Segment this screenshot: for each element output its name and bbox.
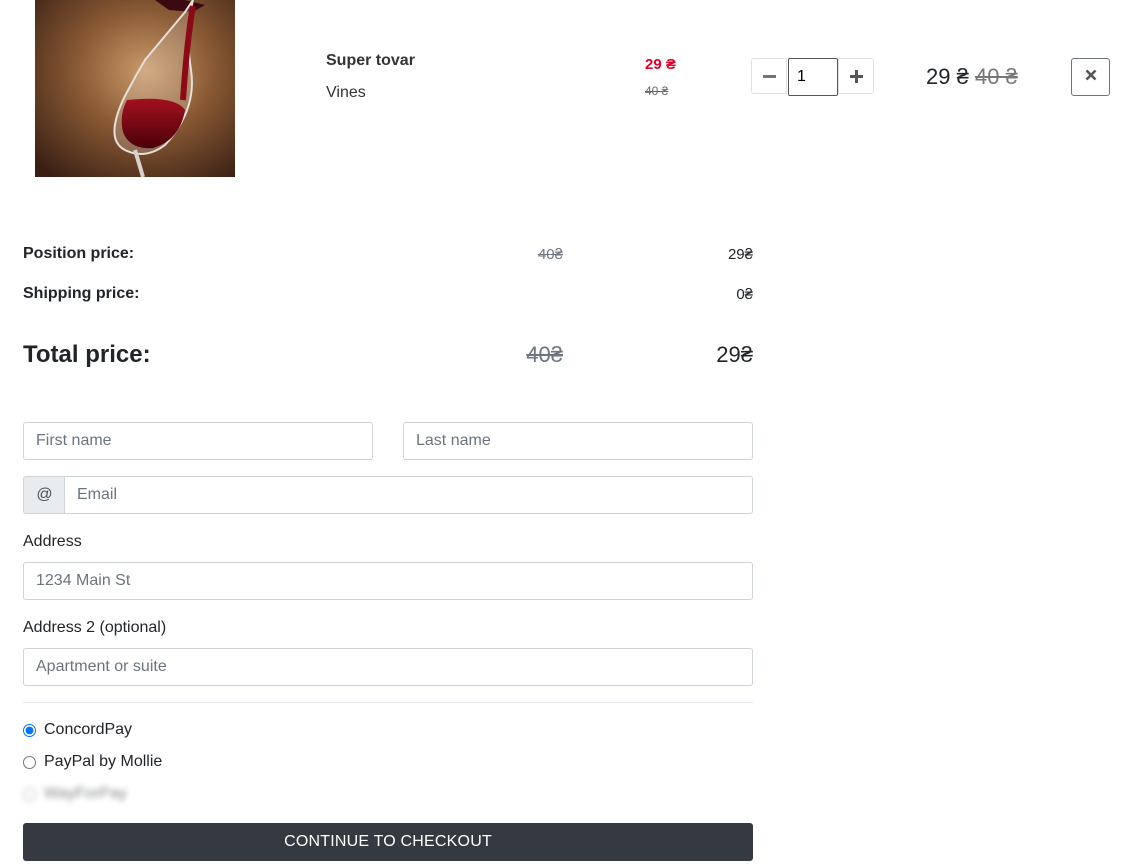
- last-name-field[interactable]: [403, 422, 753, 460]
- close-icon: [1085, 68, 1097, 86]
- minus-icon: [762, 63, 776, 89]
- total-price-old: 40₴: [526, 342, 563, 367]
- quantity-increase-button[interactable]: [838, 58, 874, 94]
- quantity-input[interactable]: [788, 58, 838, 96]
- shipping-price-value: 0₴: [736, 286, 753, 303]
- payment-radio-wayforpay[interactable]: [23, 787, 36, 801]
- product-name[interactable]: Super tovar: [326, 52, 415, 70]
- payment-radio-paypal[interactable]: [23, 755, 36, 769]
- address-field[interactable]: [23, 562, 753, 600]
- position-price-label: Position price:: [23, 245, 135, 262]
- address-label: Address: [23, 533, 82, 550]
- payment-option-label: PayPal by Mollie: [44, 753, 163, 770]
- divider: [23, 702, 753, 703]
- remove-item-button[interactable]: [1071, 58, 1110, 96]
- email-field[interactable]: [64, 476, 753, 514]
- unit-price: 29 ₴: [645, 56, 676, 73]
- continue-to-checkout-button[interactable]: CONTINUE TO CHECKOUT: [23, 823, 753, 861]
- payment-option-paypal[interactable]: PayPal by Mollie: [23, 753, 162, 771]
- line-total: 29 ₴ 40 ₴: [926, 64, 1018, 90]
- line-total-price: 29 ₴: [926, 64, 969, 89]
- shipping-price-label: Shipping price:: [23, 285, 140, 302]
- position-price-old: 40₴: [537, 246, 563, 263]
- payment-option-concordpay[interactable]: ConcordPay: [23, 721, 132, 739]
- total-price-label: Total price:: [23, 341, 151, 368]
- address2-field[interactable]: [23, 648, 753, 686]
- total-price-new: 29₴: [716, 342, 753, 367]
- product-image: [35, 0, 235, 177]
- quantity-decrease-button[interactable]: [751, 58, 787, 94]
- payment-radio-concordpay[interactable]: [23, 723, 36, 737]
- line-total-old-price: 40 ₴: [974, 64, 1018, 89]
- address2-label: Address 2 (optional): [23, 619, 167, 636]
- product-category: Vines: [326, 84, 366, 101]
- payment-option-label: ConcordPay: [44, 721, 133, 738]
- payment-option-label: WayForPay: [44, 785, 127, 802]
- first-name-field[interactable]: [23, 422, 373, 460]
- unit-old-price: 40 ₴: [645, 84, 669, 98]
- email-addon: @: [23, 476, 65, 514]
- position-price-new: 29₴: [727, 246, 753, 263]
- payment-option-wayforpay[interactable]: WayForPay: [23, 785, 127, 803]
- plus-icon: [849, 63, 863, 89]
